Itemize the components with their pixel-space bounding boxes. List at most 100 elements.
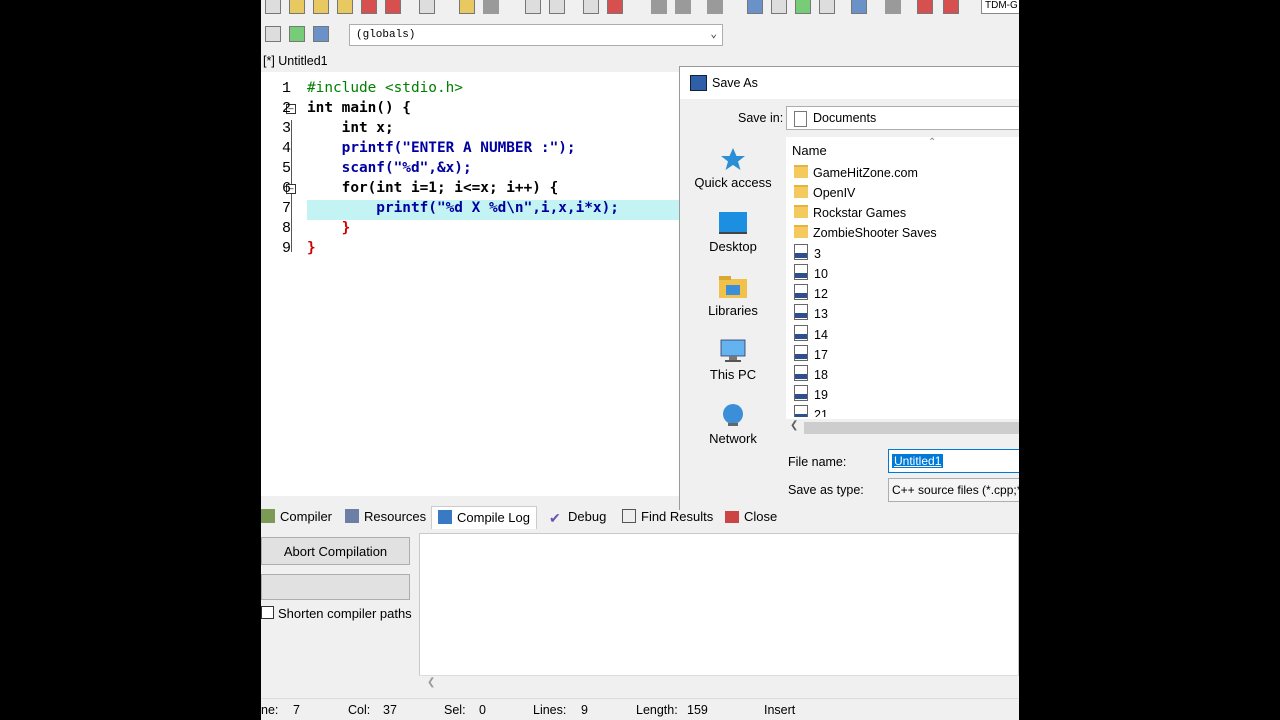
code-line: for(int i=1; i<=x; i++) { [307,180,559,196]
tab-resources[interactable]: Resources [345,506,426,528]
folder-icon [794,165,808,178]
cpp-file-icon [794,284,808,300]
chart-icon[interactable] [917,0,933,14]
compile-log-output[interactable] [419,533,1019,693]
dev-cpp-window: TDM-G (globals) ⌄ [*] Untitled1 – – 1 2 … [261,0,1019,720]
status-length-value: 159 [687,703,708,717]
list-item[interactable]: Rockstar Games [794,203,906,223]
log-horizontal-scrollbar[interactable]: ❮ [419,675,1019,693]
tab-untitled1[interactable]: [*] Untitled1 [261,52,330,71]
compile-run-icon[interactable] [795,0,811,14]
save-in-dropdown[interactable]: Documents [786,106,1019,130]
code-line: scanf("%d",&x); [307,160,472,176]
cpp-file-icon [794,365,808,381]
list-item[interactable]: 13 [794,304,828,324]
file-list-horizontal-scrollbar[interactable]: ❮ [786,419,1019,437]
place-libraries[interactable]: Libraries [688,275,778,318]
close-file-icon[interactable] [361,0,377,14]
back-icon[interactable] [651,0,667,14]
replace-icon[interactable] [549,0,565,14]
progress-bar [261,574,410,600]
code-line: int main() { [307,100,411,116]
open-file-icon[interactable] [289,0,305,14]
list-item[interactable]: OpenIV [794,183,855,203]
tab-label: Close [744,509,778,524]
scrollbar-thumb[interactable] [804,422,1019,434]
unindent-icon[interactable] [607,0,623,14]
line-number: 2 [281,100,291,117]
list-item[interactable]: 19 [794,385,828,405]
scroll-left-icon[interactable]: ❮ [790,420,798,431]
close-all-icon[interactable] [385,0,401,14]
project-icon[interactable] [265,26,281,42]
compiler-select[interactable]: TDM-G [981,0,1019,14]
scroll-left-icon[interactable]: ❮ [427,677,435,688]
new-file-icon[interactable] [265,0,281,14]
stop-icon[interactable] [885,0,901,14]
list-item[interactable]: 18 [794,365,828,385]
item-name: 14 [814,328,828,342]
check-syntax-icon[interactable] [851,0,867,14]
place-quick-access[interactable]: Quick access [688,147,778,190]
run-icon[interactable] [771,0,787,14]
list-item[interactable]: 21 [794,405,828,417]
indent-icon[interactable] [583,0,599,14]
cpp-file-icon [794,405,808,417]
redo-icon[interactable] [483,0,499,14]
file-list[interactable]: ⌃ Name GameHitZone.com OpenIV Rockstar G… [786,137,1019,437]
column-header-name[interactable]: Name [792,143,827,158]
insert-icon[interactable] [289,26,305,42]
cpp-file-icon [794,385,808,401]
code-line: } [307,240,316,256]
place-this-pc[interactable]: This PC [688,339,778,382]
find-icon[interactable] [525,0,541,14]
code-line: #include <stdio.h> [307,80,463,96]
file-name-input[interactable]: Untitled1 [888,449,1019,473]
list-item[interactable]: 17 [794,345,828,365]
cpp-file-icon [794,244,808,260]
place-label: This PC [709,367,757,382]
close-icon [725,509,739,523]
toggle-icon[interactable] [313,26,329,42]
abort-compilation-button[interactable]: Abort Compilation [261,537,410,565]
tab-label: Compiler [280,509,333,524]
place-desktop[interactable]: Desktop [688,211,778,254]
status-sel-label: Sel: [444,703,466,717]
list-item[interactable]: 12 [794,284,828,304]
tab-debug[interactable]: ✔ Debug [549,506,606,528]
computer-icon [720,339,746,362]
save-as-type-select[interactable]: C++ source files (*.cpp;*.c [888,478,1019,502]
list-item[interactable]: 14 [794,325,828,345]
line-number: 3 [281,120,291,137]
find-icon [622,509,636,523]
print-icon[interactable] [419,0,435,14]
forward-icon[interactable] [675,0,691,14]
shorten-paths-checkbox[interactable]: Shorten compiler paths [261,606,412,622]
item-name: OpenIV [813,186,856,200]
profile-delete-icon[interactable] [943,0,959,14]
checkbox-icon[interactable] [261,606,274,619]
cpp-file-icon [794,325,808,341]
scope-dropdown[interactable]: (globals) ⌄ [349,24,723,46]
list-item[interactable]: 10 [794,264,828,284]
shorten-paths-label: Shorten compiler paths [278,606,412,621]
tab-compile-log[interactable]: Compile Log [431,506,537,529]
bookmark-icon[interactable] [707,0,723,14]
line-number: 1 [281,80,291,97]
place-network[interactable]: Network [688,403,778,446]
status-sel-value: 0 [479,703,486,717]
save-icon[interactable] [313,0,329,14]
save-in-value: Documents [813,111,877,125]
dialog-title-bar[interactable]: Save As [680,67,1019,99]
compile-icon[interactable] [747,0,763,14]
list-item[interactable]: 3 [794,244,821,264]
list-item[interactable]: ZombieShooter Saves [794,223,937,243]
save-all-icon[interactable] [337,0,353,14]
list-item[interactable]: GameHitZone.com [794,163,918,183]
undo-icon[interactable] [459,0,475,14]
sort-ascending-icon: ⌃ [928,137,937,148]
code-line: } [307,220,351,236]
rebuild-icon[interactable] [819,0,835,14]
tab-compiler[interactable]: Compiler [261,506,332,528]
scope-dropdown-value: (globals) [356,29,416,41]
